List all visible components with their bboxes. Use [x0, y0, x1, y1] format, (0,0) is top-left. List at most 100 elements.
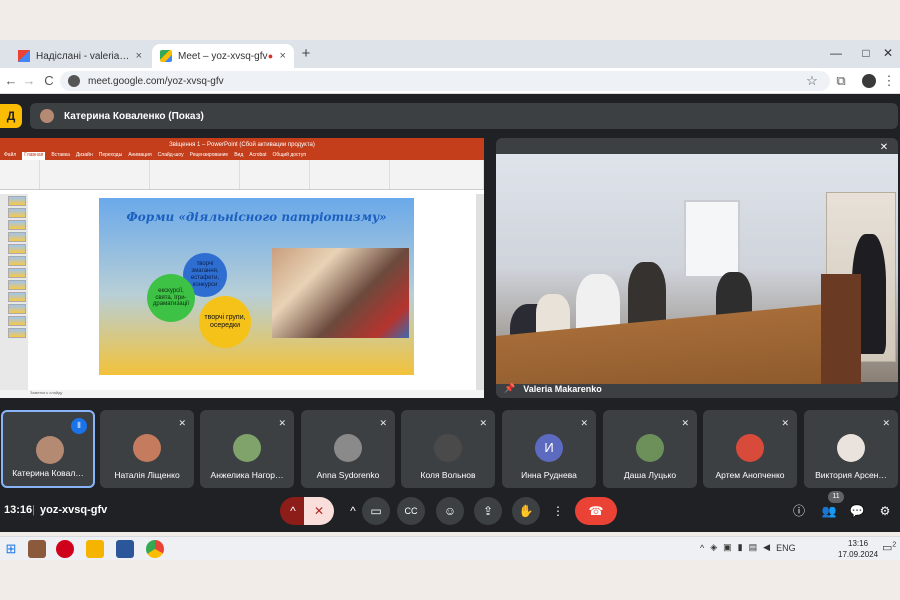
close-tab-icon[interactable]: ×	[130, 50, 142, 62]
classroom-window	[684, 200, 740, 278]
volume-icon[interactable]: ◀	[763, 542, 770, 553]
present-button[interactable]: ⇪	[474, 497, 502, 525]
activities-icon[interactable]: ⚙	[876, 502, 894, 520]
chat-icon[interactable]: 💬	[848, 502, 866, 520]
participant-tile[interactable]: ✕ Anna Sydorenko	[301, 410, 395, 488]
speaking-indicator-icon: ⦀	[71, 418, 87, 434]
ribbon-group	[40, 160, 150, 189]
participant-avatar: И	[535, 434, 563, 462]
participant-name: Коля Вольнов	[420, 470, 476, 480]
camera-name: Valeria Makarenko	[523, 383, 602, 394]
tab-strip: Надіслані - valeriamakarenko0 × Meet – y…	[0, 40, 900, 68]
url-input[interactable]: meet.google.com/yoz-xvsq-gfv	[60, 71, 830, 91]
participant-avatar	[233, 434, 261, 462]
mic-toggle-button[interactable]: ✕	[304, 497, 334, 525]
participant-tile[interactable]: ⦀ Катерина Ковал…	[1, 410, 95, 488]
activity-badge[interactable]: Д	[0, 104, 22, 128]
taskbar-clock[interactable]: 13:16 17.09.2024	[838, 538, 878, 560]
slide-canvas: Форми «діяльнісного патріотизму» творчі …	[99, 198, 414, 375]
bookmark-star-icon[interactable]: ☆	[803, 72, 821, 90]
ppt-title-bar: Звіщення 1 – PowerPoint (Сбой активации …	[0, 138, 484, 152]
participant-name: Виктория Арсен…	[815, 470, 887, 480]
word-icon[interactable]	[116, 540, 134, 558]
close-window-button[interactable]: ✕	[878, 46, 898, 60]
paint-icon[interactable]	[28, 540, 46, 558]
pin-icon[interactable]: 📌	[504, 383, 515, 394]
muted-mic-icon: ✕	[278, 418, 286, 428]
participant-tile[interactable]: ✕ Анжелика Нагор…	[200, 410, 294, 488]
slide-thumb	[8, 280, 26, 290]
defender-icon[interactable]: ▣	[723, 542, 732, 553]
start-icon[interactable]: ⊞	[2, 540, 20, 558]
profile-avatar[interactable]	[862, 74, 876, 88]
chevron-up-icon[interactable]: ^	[700, 543, 704, 553]
captions-button[interactable]: CC	[397, 497, 425, 525]
participant-tile[interactable]: ✕ Коля Вольнов	[401, 410, 495, 488]
camera-tile[interactable]: ✕ 📌 Valeria Makarenko	[496, 138, 898, 398]
ppt-tab: Вставка	[51, 152, 70, 158]
presenter-label: Катерина Коваленко (Показ)	[64, 110, 204, 122]
slide-thumbnails	[0, 194, 28, 394]
ppt-tab: Анимация	[128, 152, 152, 158]
tab-meet[interactable]: Meet – yoz-xvsq-gfv ● ×	[152, 44, 294, 68]
chrome-icon[interactable]	[146, 540, 164, 558]
language-indicator[interactable]: ENG	[776, 543, 796, 553]
info-icon[interactable]: ⓘ	[790, 502, 808, 520]
browser-menu-icon[interactable]: ⋮	[880, 72, 898, 90]
ppt-tab: Главная	[22, 152, 46, 160]
camera-toggle-button[interactable]: ▭	[362, 497, 390, 525]
slide-thumb	[8, 304, 26, 314]
participant-name: Инна Руднева	[521, 470, 577, 480]
network-icon[interactable]: ▤	[749, 542, 758, 553]
opera-icon[interactable]	[56, 540, 74, 558]
files-icon[interactable]	[86, 540, 104, 558]
meeting-clock: 13:16	[4, 504, 33, 516]
ppt-tab: Acrobat	[249, 152, 267, 158]
leave-call-button[interactable]: ☎	[575, 497, 617, 525]
more-options-button[interactable]: ⋮	[549, 497, 567, 525]
os-taskbar: ⊞ ^ ◈ ▣ ▮ ▤ ◀ ENG 13:16 17.09.2024 ▭2	[0, 536, 900, 560]
ribbon-group	[0, 160, 40, 189]
participant-name: Anna Sydorenko	[316, 470, 380, 480]
address-bar-row: ← → C meet.google.com/yoz-xvsq-gfv ☆ ⧉ ⋮	[0, 68, 900, 94]
close-tab-icon[interactable]: ×	[274, 50, 286, 62]
recording-icon: ●	[267, 51, 274, 61]
ribbon-group	[150, 160, 240, 189]
muted-mic-icon: ✕	[681, 418, 689, 428]
participant-tile[interactable]: ✕ Наталія Ліщенко	[100, 410, 194, 488]
people-icon[interactable]: 👥	[820, 502, 838, 520]
maximize-button[interactable]: □	[856, 46, 876, 60]
extensions-icon[interactable]: ⧉	[832, 72, 850, 90]
tab-gmail[interactable]: Надіслані - valeriamakarenko0 ×	[10, 44, 150, 68]
slide-scrollbar[interactable]	[476, 194, 484, 390]
ppt-tab: Вид	[234, 152, 244, 158]
slide-photo	[272, 248, 409, 338]
camera-options-button[interactable]: ^	[342, 497, 364, 525]
camera-video	[496, 154, 898, 384]
notifications-icon[interactable]: ▭2	[882, 541, 896, 554]
new-tab-button[interactable]: +	[298, 46, 314, 62]
gmail-icon	[18, 50, 30, 62]
notes-label: Заметки к слайду	[30, 390, 63, 395]
raise-hand-button[interactable]: ✋	[512, 497, 540, 525]
ppt-status-bar: Заметки к слайду	[0, 390, 484, 398]
ribbon-group	[240, 160, 310, 189]
participant-tile[interactable]: ✕ Артем Анопченко	[703, 410, 797, 488]
emoji-button[interactable]: ☺	[436, 497, 464, 525]
ppt-tab: Файл	[4, 152, 17, 158]
shield-icon[interactable]: ◈	[710, 542, 717, 553]
forward-button[interactable]: →	[20, 72, 38, 90]
minimize-button[interactable]: —	[826, 46, 846, 60]
back-button[interactable]: ←	[2, 72, 20, 90]
participant-tile[interactable]: И ✕ Инна Руднева	[502, 410, 596, 488]
reload-button[interactable]: C	[40, 72, 58, 90]
participant-tile[interactable]: ✕ Даша Луцько	[603, 410, 697, 488]
slide-thumb	[8, 244, 26, 254]
site-info-icon[interactable]	[68, 75, 80, 87]
slide-thumb	[8, 328, 26, 338]
muted-mic-icon: ✕	[882, 418, 890, 428]
mic-options-button[interactable]: ^	[280, 497, 306, 525]
participant-avatar	[736, 434, 764, 462]
participant-tile[interactable]: ✕ Виктория Арсен…	[804, 410, 898, 488]
mic-tray-icon[interactable]: ▮	[738, 542, 743, 553]
